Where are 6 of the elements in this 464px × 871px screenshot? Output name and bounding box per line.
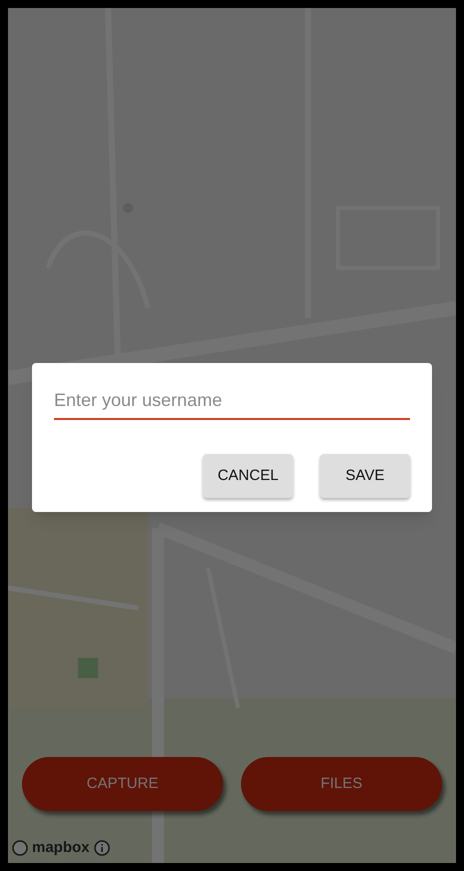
- info-icon[interactable]: [94, 840, 110, 856]
- username-field[interactable]: Enter your username: [54, 387, 410, 420]
- attribution-logo: mapbox: [32, 838, 90, 858]
- dialog-button[interactable]: CANCEL: [203, 454, 293, 498]
- dialog-button[interactable]: SAVE: [320, 454, 410, 498]
- logo-icon: [12, 840, 28, 856]
